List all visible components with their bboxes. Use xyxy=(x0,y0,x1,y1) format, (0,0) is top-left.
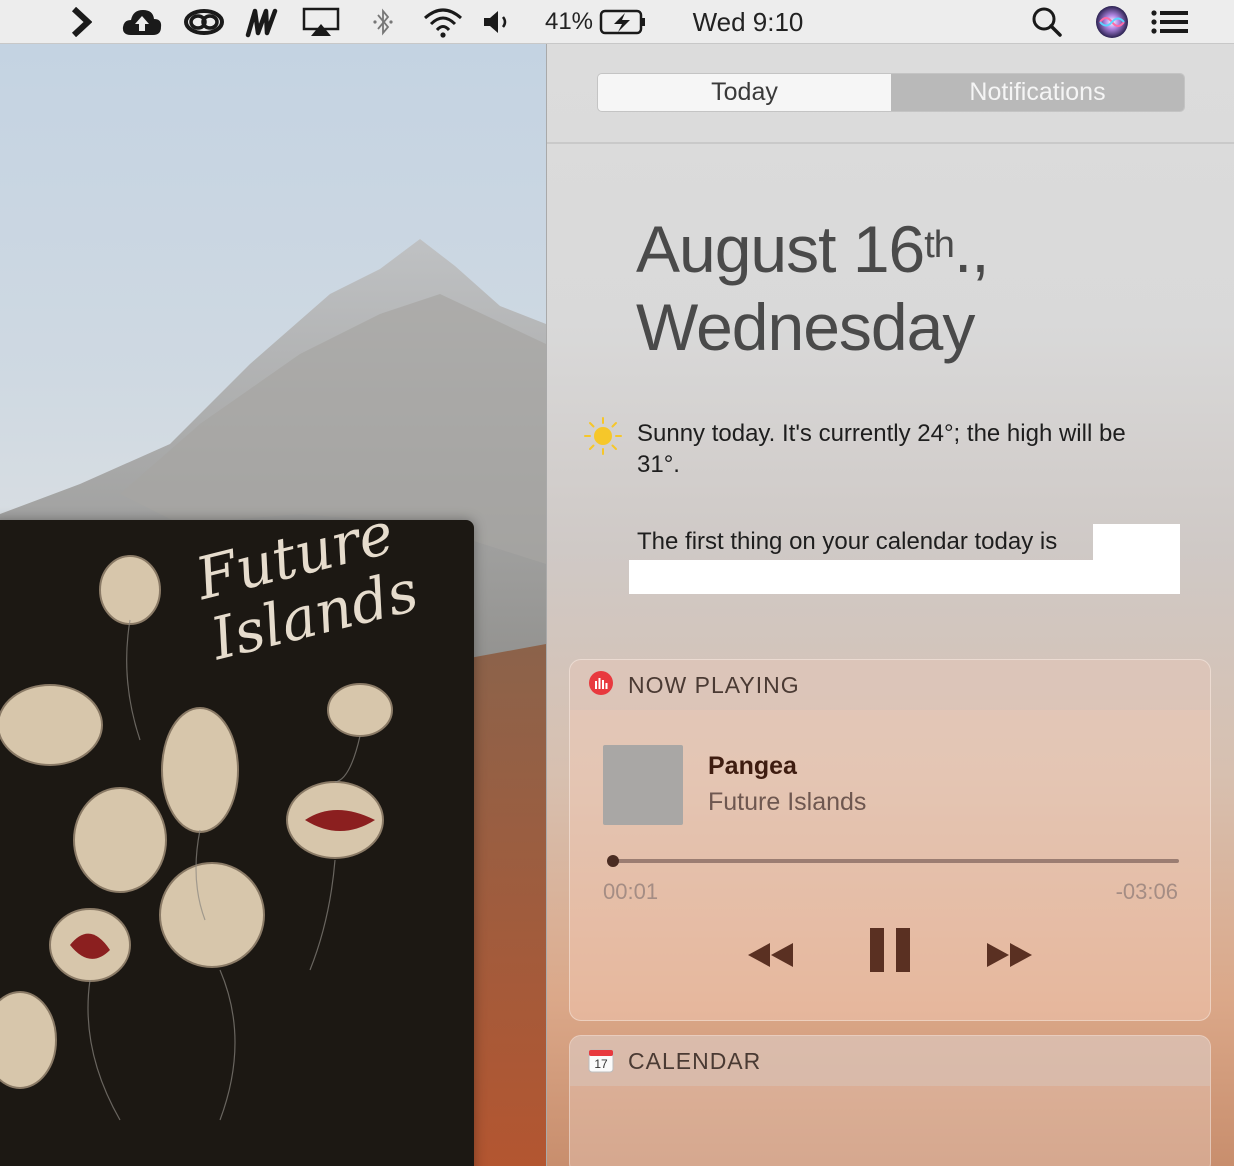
calendar-app-icon: 17 xyxy=(588,1048,614,1074)
date-punctuation: ., xyxy=(953,212,990,286)
weather-summary: Sunny today. It's currently 24°; the hig… xyxy=(637,420,1126,478)
m-app-icon[interactable] xyxy=(244,0,280,44)
fast-forward-button[interactable] xyxy=(984,935,1036,980)
today-date-heading: August 16th., Wednesday xyxy=(636,210,990,366)
now-playing-header: NOW PLAYING xyxy=(570,660,1210,710)
tab-notifications[interactable]: Notifications xyxy=(891,74,1184,111)
track-artist: Future Islands xyxy=(708,788,867,816)
now-playing-widget: NOW PLAYING Pangea Future Islands 00:01 … xyxy=(569,659,1211,1021)
panel-divider xyxy=(547,142,1234,144)
date-line-1: August 16th., xyxy=(636,210,990,288)
sun-icon xyxy=(583,416,623,461)
elapsed-time: 00:01 xyxy=(603,879,659,904)
desktop-wallpaper: Future Islands xyxy=(0,44,546,1166)
notification-center-icon[interactable] xyxy=(1150,0,1190,44)
calendar-summary: The first thing on your calendar today i… xyxy=(637,528,1058,555)
album-art-window[interactable]: Future Islands xyxy=(0,520,474,1166)
battery-percent: 41% xyxy=(544,8,594,35)
spotlight-search-icon[interactable] xyxy=(1030,0,1064,44)
widget-title: NOW PLAYING xyxy=(628,671,800,698)
calendar-widget: 17 CALENDAR xyxy=(569,1035,1211,1166)
calendar-icon-day: 17 xyxy=(594,1057,608,1071)
menu-clock[interactable]: Wed 9:10 xyxy=(686,0,810,44)
siri-icon[interactable] xyxy=(1094,0,1130,44)
redaction-box xyxy=(629,560,1180,594)
widget-title: CALENDAR xyxy=(628,1047,762,1074)
tab-today[interactable]: Today xyxy=(598,74,891,111)
date-weekday: Wednesday xyxy=(636,290,975,364)
volume-icon[interactable] xyxy=(482,0,512,44)
rewind-button[interactable] xyxy=(744,935,796,980)
airplay-icon[interactable] xyxy=(301,0,341,44)
battery-charging-icon[interactable] xyxy=(598,0,648,44)
remaining-time: -03:06 xyxy=(1115,879,1178,904)
date-month-day: August 16 xyxy=(636,212,925,286)
wifi-icon[interactable] xyxy=(420,0,466,44)
date-ordinal-suffix: th xyxy=(924,224,955,266)
playback-progress-bar[interactable] xyxy=(606,855,1179,867)
chevron-right-icon[interactable] xyxy=(66,0,96,44)
cloud-upload-icon[interactable] xyxy=(120,0,164,44)
today-notifications-segmented-control: Today Notifications xyxy=(597,73,1185,112)
pause-button[interactable] xyxy=(868,926,912,979)
menu-bar: 41% Wed 9:10 xyxy=(0,0,1234,44)
creative-cloud-icon[interactable] xyxy=(183,0,225,44)
itunes-icon xyxy=(588,670,614,701)
bluetooth-icon[interactable] xyxy=(370,0,396,44)
notification-center-panel: Today Notifications August 16th., Wednes… xyxy=(546,44,1234,1166)
track-artwork[interactable] xyxy=(603,745,683,825)
calendar-header: 17 CALENDAR xyxy=(570,1036,1210,1086)
playback-scrubber-knob[interactable] xyxy=(606,855,619,867)
redaction-box xyxy=(1093,524,1180,560)
track-title: Pangea xyxy=(708,752,797,780)
